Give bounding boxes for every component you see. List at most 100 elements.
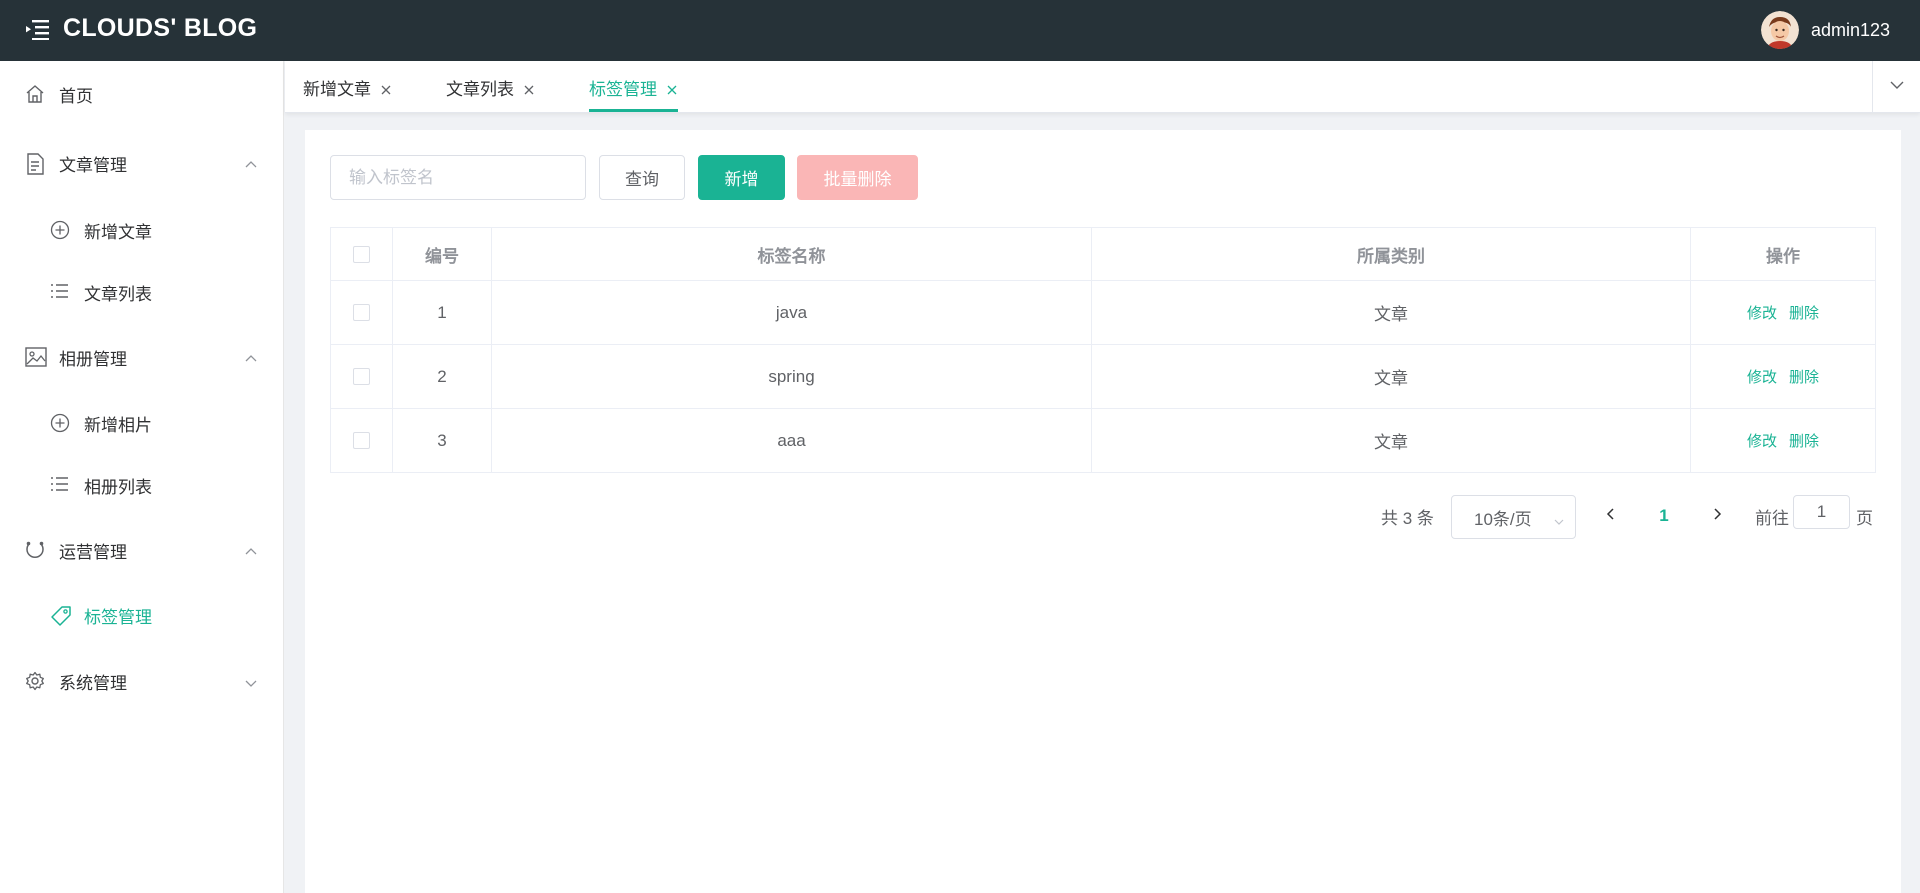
- close-icon[interactable]: [666, 81, 678, 95]
- top-header: CLOUDS' BLOG admin123: [0, 0, 1920, 61]
- sidebar-item-operation-management[interactable]: 运营管理: [0, 520, 284, 580]
- close-icon[interactable]: [523, 81, 535, 95]
- user-menu[interactable]: admin123: [1760, 11, 1890, 49]
- list-icon: [50, 282, 72, 304]
- username: admin123: [1810, 19, 1890, 40]
- column-header-actions: 操作: [1691, 228, 1876, 280]
- edit-link[interactable]: 修改: [1747, 366, 1777, 387]
- chevron-down-icon: [1553, 513, 1565, 525]
- chevron-right-icon: [1711, 506, 1723, 526]
- row-checkbox[interactable]: [353, 368, 370, 385]
- close-icon[interactable]: [380, 81, 392, 95]
- select-all-checkbox[interactable]: [353, 245, 370, 263]
- sidebar-item-article-list[interactable]: 文章列表: [0, 262, 284, 322]
- plus-circle-icon: [50, 220, 72, 242]
- operation-icon: [25, 540, 47, 562]
- tag-search-input[interactable]: [330, 155, 586, 200]
- tab-bar: 新增文章 文章列表 标签管理: [285, 61, 1920, 113]
- column-header-id: 编号: [393, 228, 492, 280]
- goto-page-input[interactable]: [1793, 495, 1850, 529]
- chevron-down-icon: [1889, 77, 1905, 98]
- page-size-select[interactable]: 10条/页: [1451, 495, 1576, 539]
- sidebar-item-system-management[interactable]: 系统管理: [0, 651, 284, 711]
- chevron-up-icon: [244, 351, 258, 365]
- sidebar-item-label: 相册管理: [59, 349, 127, 369]
- cell-tag-name: spring: [492, 345, 1092, 408]
- home-icon: [25, 84, 47, 106]
- page-size-value: 10条/页: [1474, 509, 1532, 529]
- tab-label: 新增文章: [303, 79, 371, 99]
- sidebar-item-new-photo[interactable]: 新增相片: [0, 393, 284, 453]
- chevron-left-icon: [1605, 506, 1617, 526]
- row-checkbox[interactable]: [353, 304, 370, 321]
- cell-id: 1: [393, 281, 492, 344]
- query-button[interactable]: 查询: [599, 155, 685, 200]
- chevron-up-icon: [244, 157, 258, 171]
- pagination-total: 共 3 条: [1381, 508, 1434, 528]
- tab-new-article[interactable]: 新增文章: [303, 61, 392, 113]
- row-checkbox[interactable]: [353, 432, 370, 449]
- cell-tag-name: aaa: [492, 409, 1092, 472]
- tag-table: 编号 标签名称 所属类别 操作 1 java 文章 修改 删除 2 spring…: [330, 227, 1876, 473]
- avatar[interactable]: [1760, 11, 1799, 49]
- delete-link[interactable]: 删除: [1789, 430, 1819, 451]
- cell-actions: 修改 删除: [1691, 409, 1876, 472]
- cell-tag-name: java: [492, 281, 1092, 344]
- picture-icon: [25, 347, 47, 369]
- sidebar-item-label: 相册列表: [84, 477, 152, 497]
- tab-article-list[interactable]: 文章列表: [446, 61, 535, 113]
- sidebar-item-label: 新增相片: [84, 415, 152, 435]
- main-content-card: 查询 新增 批量删除 编号 标签名称 所属类别 操作 1 java 文章 修改 …: [305, 130, 1901, 893]
- gear-icon: [25, 671, 47, 693]
- cell-category: 文章: [1092, 409, 1691, 472]
- sidebar: 首页 文章管理 新增文章 文章列表 相册管理 新增相片 相册列表 运营管理 标签…: [0, 61, 284, 893]
- list-icon: [50, 475, 72, 497]
- cell-id: 3: [393, 409, 492, 472]
- sidebar-item-new-article[interactable]: 新增文章: [0, 200, 284, 260]
- table-row: 3 aaa 文章 修改 删除: [331, 409, 1876, 473]
- tabs-dropdown-button[interactable]: [1872, 61, 1920, 113]
- table-row: 1 java 文章 修改 删除: [331, 281, 1876, 345]
- cell-category: 文章: [1092, 345, 1691, 408]
- sidebar-item-tag-management[interactable]: 标签管理: [0, 585, 284, 645]
- tab-label: 文章列表: [446, 79, 514, 99]
- tab-label: 标签管理: [589, 79, 657, 99]
- tab-tag-management[interactable]: 标签管理: [589, 61, 678, 113]
- sidebar-item-article-management[interactable]: 文章管理: [0, 133, 284, 193]
- page-suffix-label: 页: [1856, 508, 1873, 528]
- prev-page-button[interactable]: [1596, 494, 1626, 538]
- sidebar-item-label: 系统管理: [59, 673, 127, 693]
- add-button[interactable]: 新增: [698, 155, 785, 200]
- sidebar-item-label: 标签管理: [84, 607, 152, 627]
- sidebar-item-home[interactable]: 首页: [0, 64, 284, 124]
- chevron-up-icon: [244, 544, 258, 558]
- sidebar-item-label: 首页: [59, 86, 93, 106]
- document-icon: [25, 153, 47, 175]
- cell-category: 文章: [1092, 281, 1691, 344]
- sidebar-item-album-list[interactable]: 相册列表: [0, 455, 284, 515]
- page-number-current[interactable]: 1: [1649, 494, 1679, 538]
- edit-link[interactable]: 修改: [1747, 430, 1777, 451]
- next-page-button[interactable]: [1702, 494, 1732, 538]
- plus-circle-icon: [50, 413, 72, 435]
- sidebar-item-label: 运营管理: [59, 542, 127, 562]
- column-header-tag-name: 标签名称: [492, 228, 1092, 280]
- column-header-category: 所属类别: [1092, 228, 1691, 280]
- cell-actions: 修改 删除: [1691, 345, 1876, 408]
- sidebar-item-label: 文章管理: [59, 155, 127, 175]
- batch-delete-button[interactable]: 批量删除: [797, 155, 918, 200]
- table-row: 2 spring 文章 修改 删除: [331, 345, 1876, 409]
- chevron-down-icon: [244, 675, 258, 689]
- goto-label: 前往: [1755, 508, 1789, 528]
- cell-actions: 修改 删除: [1691, 281, 1876, 344]
- sidebar-item-album-management[interactable]: 相册管理: [0, 327, 284, 387]
- menu-toggle-icon[interactable]: [26, 18, 50, 41]
- brand-title: CLOUDS' BLOG: [63, 14, 258, 42]
- tag-icon: [50, 605, 72, 627]
- edit-link[interactable]: 修改: [1747, 302, 1777, 323]
- cell-id: 2: [393, 345, 492, 408]
- sidebar-item-label: 新增文章: [84, 222, 152, 242]
- delete-link[interactable]: 删除: [1789, 302, 1819, 323]
- table-header-row: 编号 标签名称 所属类别 操作: [331, 228, 1876, 281]
- delete-link[interactable]: 删除: [1789, 366, 1819, 387]
